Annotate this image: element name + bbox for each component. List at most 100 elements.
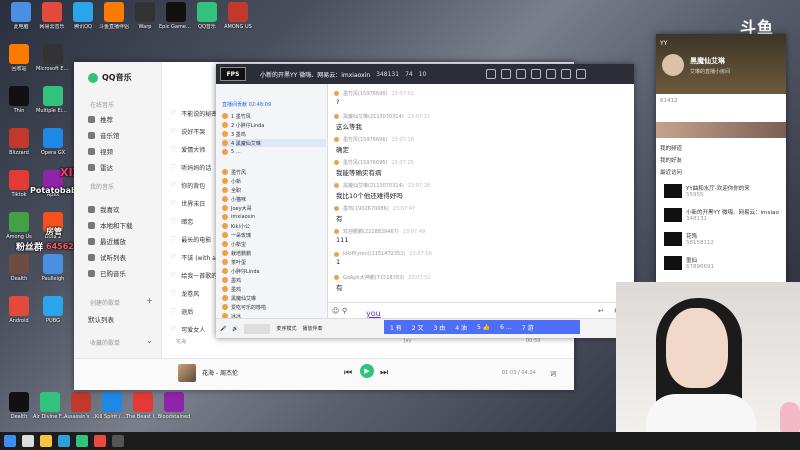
heart-icon[interactable]: ♡ bbox=[170, 217, 176, 225]
sender-name[interactable]: 黑魔仙艾琳(2113070314) bbox=[343, 113, 404, 120]
collapse-icon[interactable]: ⌄ bbox=[146, 336, 153, 345]
desktop-icon[interactable]: Kill Spirit / Mahjong... bbox=[95, 392, 129, 420]
yy-member[interactable]: Kiki小公 bbox=[222, 222, 326, 230]
ime-candidate[interactable]: 5 👍 bbox=[477, 324, 490, 331]
desktop-icon[interactable]: 网易云音乐 bbox=[35, 2, 69, 30]
nav-mine-item[interactable]: 本地和下载 bbox=[88, 220, 133, 230]
ime-candidate[interactable]: 1 有 bbox=[390, 323, 402, 332]
emoji-icon[interactable]: ☺ bbox=[332, 307, 339, 315]
desktop-icon[interactable]: Opera GX bbox=[36, 128, 70, 156]
yy-member[interactable]: 小新 bbox=[222, 177, 326, 185]
ime-candidate[interactable]: 6 … bbox=[500, 324, 512, 331]
play-button[interactable]: ▶ bbox=[360, 364, 374, 378]
yy-member[interactable]: 黑魔仙艾琳 bbox=[222, 294, 326, 302]
desktop-icon[interactable]: 斗鱼直播伴侣 bbox=[97, 2, 131, 30]
heart-icon[interactable]: ♡ bbox=[170, 181, 176, 189]
desktop-icon[interactable]: AMONG US bbox=[221, 2, 255, 30]
qqmusic-taskbar-icon[interactable] bbox=[76, 435, 88, 447]
link-channel[interactable]: 我的频道 bbox=[660, 144, 682, 152]
room-name[interactable]: 花殇 bbox=[686, 232, 782, 240]
sender-name[interactable]: 黑魔仙艾琳(2113070314) bbox=[343, 182, 404, 189]
yy-window[interactable]: FPS 小新的开黑YY 微嗨、网易云：imxiaoxin 348131 74 1… bbox=[216, 64, 634, 338]
speaker-icon[interactable]: 🔊 bbox=[232, 326, 238, 332]
desktop-icon[interactable]: Dealth bbox=[2, 392, 36, 420]
desktop-icon[interactable]: Dealth bbox=[2, 254, 36, 282]
windows-icon[interactable] bbox=[4, 435, 16, 447]
host-avatar[interactable] bbox=[662, 54, 684, 76]
yy-member[interactable]: 爱吃可乐的哆啦 bbox=[222, 303, 326, 311]
sender-name[interactable]: 墨鸡(1902670086) bbox=[343, 205, 389, 212]
yy-member[interactable]: 小猫咪 bbox=[222, 195, 326, 203]
send-icon[interactable]: ↵ bbox=[598, 307, 604, 315]
yy-minimize-icon[interactable] bbox=[546, 69, 557, 79]
next-button[interactable]: ⏭ bbox=[380, 368, 388, 378]
desktop-icon[interactable]: Bloodstained bbox=[157, 392, 191, 420]
album-cover[interactable] bbox=[178, 364, 196, 382]
yy-game-icon[interactable] bbox=[516, 69, 527, 79]
yy-member[interactable]: 一朵玫瑰 bbox=[222, 231, 326, 239]
yy-member[interactable]: 5 … bbox=[222, 148, 326, 156]
room-thumb[interactable] bbox=[664, 256, 682, 270]
desktop-icon[interactable]: Android bbox=[2, 296, 36, 324]
desktop-icon[interactable]: Assassin's Creed Vl... bbox=[64, 392, 98, 420]
nav-online-item[interactable]: 推荐 bbox=[88, 114, 113, 124]
add-playlist-icon[interactable]: + bbox=[146, 296, 153, 305]
heart-icon[interactable]: ♡ bbox=[170, 307, 176, 315]
desktop-icon[interactable]: Warp bbox=[128, 2, 162, 30]
tool-accompany[interactable]: 播放伴奏 bbox=[302, 325, 322, 332]
desktop-icon[interactable]: Paulleigh bbox=[36, 254, 70, 282]
yy-taskbar-icon[interactable] bbox=[112, 435, 124, 447]
desktop-icon[interactable]: 此电脑 bbox=[4, 2, 38, 30]
desktop-icon[interactable]: Epic Games Launcher bbox=[159, 2, 193, 30]
link-recent[interactable]: 最近访问 bbox=[660, 168, 682, 176]
mic-mode-button[interactable] bbox=[244, 323, 271, 334]
yy-member[interactable]: 全职 bbox=[222, 186, 326, 194]
desktop-icon[interactable]: Microsoft Edge bbox=[36, 44, 70, 72]
heart-icon[interactable]: ♡ bbox=[170, 325, 176, 333]
heart-icon[interactable]: ♡ bbox=[170, 127, 176, 135]
mic-icon[interactable]: 🎤 bbox=[220, 326, 226, 332]
yy-member[interactable]: 2 小胖仔Linda bbox=[222, 121, 326, 129]
yy-member[interactable]: 栽培鹏鹏 bbox=[222, 249, 326, 257]
search-icon[interactable]: ⚲ bbox=[342, 307, 347, 315]
yy-home-icon[interactable] bbox=[501, 69, 512, 79]
sender-name[interactable]: 墨竹风(15976696) bbox=[343, 159, 387, 166]
heart-icon[interactable]: ♡ bbox=[170, 271, 176, 279]
room-thumb[interactable] bbox=[664, 184, 682, 198]
sender-name[interactable]: 墨竹风(15976696) bbox=[343, 90, 387, 97]
sender-name[interactable]: GoAph大神鹏(71518783) bbox=[343, 274, 404, 281]
sender-name[interactable]: 欢迎鹏鹏(2218829467) bbox=[343, 228, 399, 235]
yy-member[interactable]: 4 黑魔仙艾琳 bbox=[222, 139, 326, 147]
chat-input[interactable]: you bbox=[366, 309, 381, 318]
yy-member[interactable]: 墨竹风 bbox=[222, 168, 326, 176]
nav-online-item[interactable]: 音乐馆 bbox=[88, 130, 120, 140]
nav-online-item[interactable]: 雷达 bbox=[88, 162, 113, 172]
room-name[interactable]: 墨仙 bbox=[686, 256, 782, 264]
desktop-icon[interactable]: The Beast Inside bbox=[126, 392, 160, 420]
nav-online-item[interactable]: 视频 bbox=[88, 146, 113, 156]
search-taskbar-icon[interactable] bbox=[22, 435, 34, 447]
ime-candidate[interactable]: 4 油 bbox=[455, 323, 467, 332]
ime-candidate[interactable]: 7 游 bbox=[522, 323, 534, 332]
heart-icon[interactable]: ♡ bbox=[170, 163, 176, 171]
desktop-icon[interactable]: 回收站 bbox=[2, 44, 36, 72]
heart-icon[interactable]: ♡ bbox=[170, 145, 176, 153]
desktop-icon[interactable]: Among Us bbox=[2, 212, 36, 240]
yy-close-icon[interactable] bbox=[576, 69, 587, 79]
default-playlist[interactable]: 默认列表 bbox=[88, 314, 114, 324]
netease-taskbar-icon[interactable] bbox=[94, 435, 106, 447]
nav-mine-item[interactable]: 我喜欢 bbox=[88, 204, 120, 214]
yy-screen-icon[interactable] bbox=[486, 69, 497, 79]
yy-member[interactable]: 墨鸡 bbox=[222, 285, 326, 293]
explorer-icon[interactable] bbox=[40, 435, 52, 447]
ime-candidate[interactable]: 2 又 bbox=[412, 323, 424, 332]
desktop-icon[interactable]: Thin bbox=[2, 86, 36, 114]
yy-menu-icon[interactable] bbox=[531, 69, 542, 79]
yy-member[interactable]: 3 墨鸡 bbox=[222, 130, 326, 138]
nav-mine-item[interactable]: 试听列表 bbox=[88, 252, 126, 262]
desktop-icon[interactable]: Multiple Eight UT bbox=[36, 86, 70, 114]
lyric-button[interactable]: 词 bbox=[550, 369, 556, 378]
heart-icon[interactable]: ♡ bbox=[170, 235, 176, 243]
room-thumb[interactable] bbox=[664, 208, 682, 222]
heart-icon[interactable]: ♡ bbox=[170, 199, 176, 207]
